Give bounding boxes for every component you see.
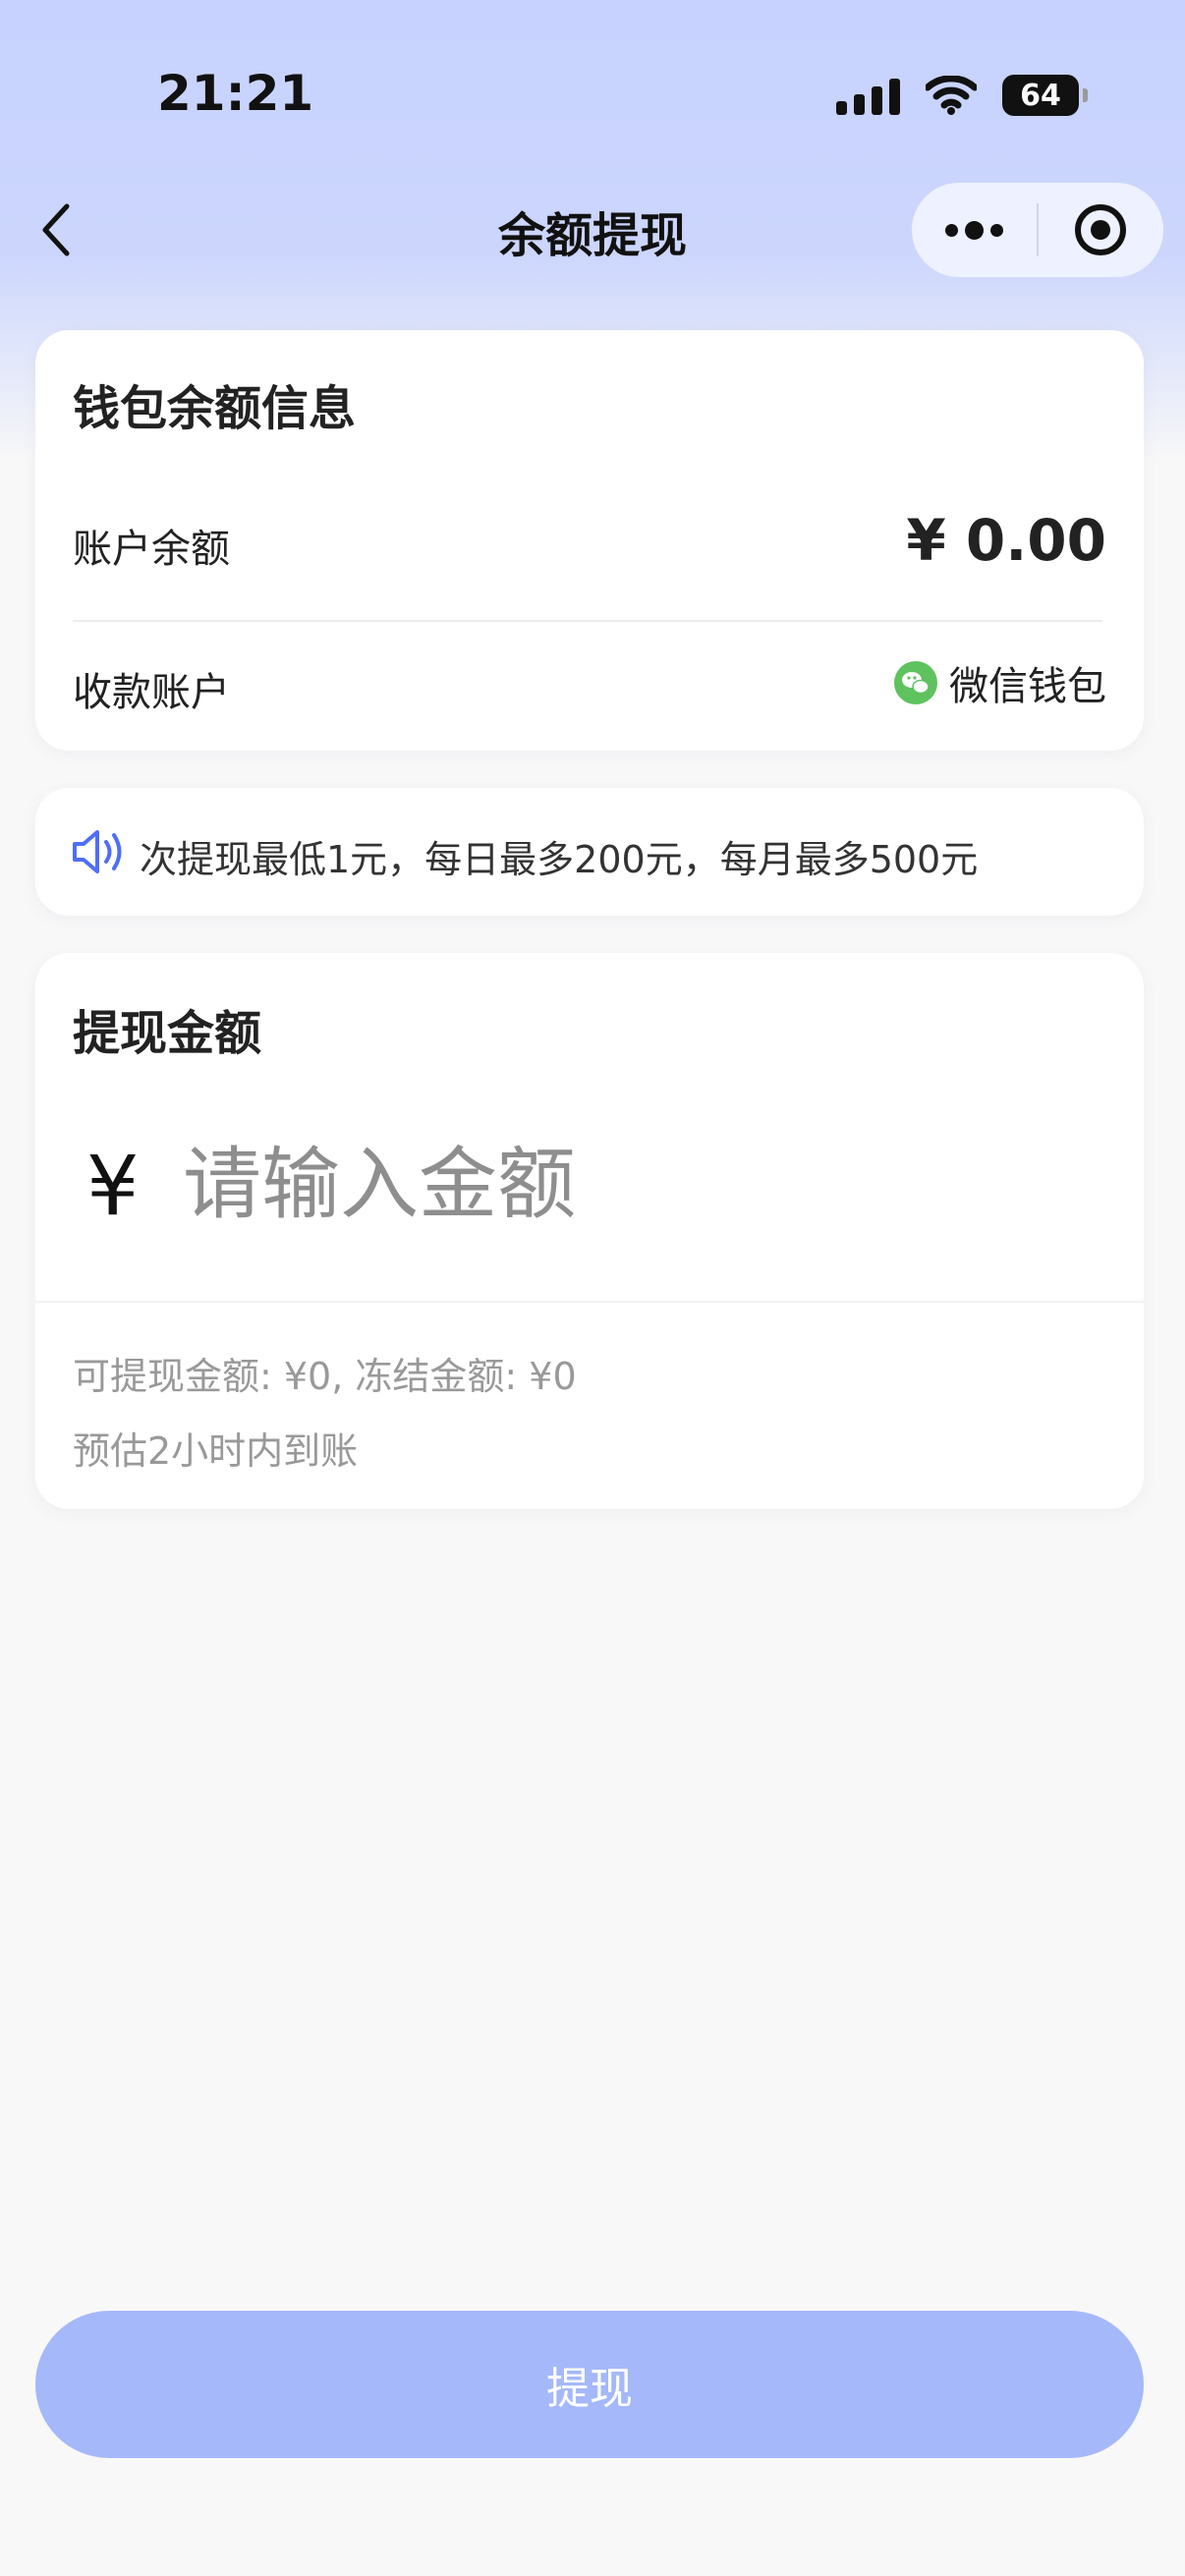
available-amount-text: 可提现金额: ¥0, 冻结金额: ¥0: [73, 1355, 577, 1398]
divider: [35, 1301, 1144, 1303]
close-miniprogram-button[interactable]: [1039, 183, 1163, 277]
balance-label: 账户余额: [73, 527, 230, 572]
account-value: 微信钱包: [894, 654, 1106, 711]
notice-bar: 次提现最低1元，每日最多200元，每月最多500元: [35, 788, 1144, 916]
wallet-card-title: 钱包余额信息: [73, 381, 357, 436]
signal-icon: [836, 76, 900, 115]
more-dots-icon: [945, 220, 1003, 240]
amount-card-title: 提现金额: [73, 1006, 262, 1061]
miniprogram-capsule: [912, 183, 1163, 277]
more-button[interactable]: [912, 183, 1037, 277]
account-label: 收款账户: [73, 670, 230, 715]
withdraw-amount-card: 提现金额 ¥ 可提现金额: ¥0, 冻结金额: ¥0 预估2小时内到账: [35, 953, 1144, 1509]
arrival-estimate-text: 预估2小时内到账: [73, 1429, 359, 1473]
battery-level: 64: [1020, 78, 1061, 113]
amount-input[interactable]: [183, 1130, 1067, 1238]
divider: [73, 620, 1102, 622]
wechat-icon: [894, 661, 937, 704]
target-circle-icon: [1075, 204, 1127, 255]
notice-text: 次提现最低1元，每日最多200元，每月最多500元: [140, 838, 979, 881]
currency-symbol: ¥: [86, 1138, 140, 1234]
wallet-info-card: 钱包余额信息 账户余额 ¥ 0.00 收款账户 微信钱包: [35, 330, 1144, 751]
status-time: 21:21: [157, 65, 314, 122]
wifi-icon: [926, 76, 977, 115]
status-icons: 64: [836, 71, 1088, 120]
battery-icon: 64: [1002, 75, 1088, 116]
withdraw-button[interactable]: 提现: [35, 2311, 1144, 2458]
account-value-text: 微信钱包: [949, 664, 1106, 709]
speaker-icon: [73, 830, 122, 873]
balance-value: ¥ 0.00: [906, 507, 1106, 574]
